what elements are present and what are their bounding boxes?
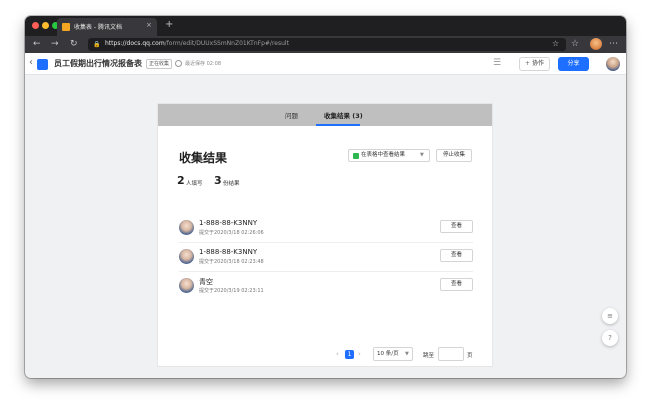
lock-icon: 🔒	[93, 41, 101, 48]
active-tab-indicator	[316, 124, 360, 126]
collaborate-label: 协作	[531, 60, 544, 67]
docs-favicon-icon	[62, 23, 70, 31]
results-panel: 问题 收集结果 (3) 收集结果 在表格中查看结果 ▼ 停止收集 2 人填写 3…	[157, 103, 493, 367]
share-button[interactable]: 分享	[558, 57, 589, 71]
result-count: 3	[214, 174, 222, 187]
avatar	[179, 249, 194, 264]
submit-time: 提交于2020/3/18 02:23:48	[199, 259, 264, 265]
list-view-icon[interactable]: ≡	[602, 308, 618, 324]
browser-profile-avatar[interactable]	[590, 38, 602, 50]
list-item: 1-888-88-K3NNY 提交于2020/3/18 02:26:06 查看	[179, 214, 473, 243]
app-header: ‹ 员工假期出行情况报备表 正在收集 最近保存 02:08 ☰ + 协作 分享	[25, 53, 626, 75]
respondent-name: 1-888-88-K3NNY	[199, 248, 258, 256]
new-tab-button[interactable]: +	[165, 19, 173, 31]
address-bar[interactable]: 🔒 https://docs.qq.com/form/edit/DUUxSSmN…	[88, 38, 566, 51]
respondent-name: 青空	[199, 278, 213, 286]
page-suffix-label: 页	[467, 353, 473, 359]
reload-icon[interactable]: ↻	[70, 38, 78, 50]
tencent-docs-logo-icon[interactable]	[37, 59, 48, 70]
document-title[interactable]: 员工假期出行情况报备表	[54, 58, 142, 69]
url-text[interactable]: https://docs.qq.com/form/edit/DUUxSSmNnZ…	[105, 40, 289, 47]
avatar	[179, 278, 194, 293]
help-icon[interactable]: ?	[602, 330, 618, 346]
avatar	[179, 220, 194, 235]
url-host: https://docs.qq.com	[105, 40, 165, 47]
tab-results[interactable]: 收集结果 (3)	[324, 110, 363, 120]
collaborate-button[interactable]: + 协作	[519, 57, 550, 71]
tab-questions[interactable]: 问题	[285, 110, 298, 120]
chevron-down-icon[interactable]: ▼	[420, 150, 424, 161]
add-user-icon: +	[525, 60, 531, 67]
browser-toolbar: ← → ↻ 🔒 https://docs.qq.com/form/edit/DU…	[25, 36, 626, 53]
current-page-button[interactable]: 1	[345, 350, 354, 359]
page-title: 收集结果	[179, 151, 228, 165]
tab-close-icon[interactable]: ×	[146, 21, 152, 29]
result-label: 份结果	[223, 181, 240, 187]
browser-window: 收集表 - 腾讯文档 × + ← → ↻ 🔒 https://docs.qq.c…	[25, 16, 626, 378]
next-page-icon[interactable]: ›	[358, 350, 361, 359]
people-label: 人填写	[186, 181, 203, 187]
clock-icon	[175, 60, 182, 67]
sheet-icon	[353, 153, 359, 159]
view-button[interactable]: 查看	[440, 220, 473, 233]
view-button[interactable]: 查看	[440, 278, 473, 291]
avatar[interactable]	[606, 57, 620, 71]
list-item: 1-888-88-K3NNY 提交于2020/3/18 02:23:48 查看	[179, 243, 473, 272]
url-path: /form/edit/DUUxSSmNnZ01KTnFp#/result	[164, 40, 289, 47]
submit-time: 提交于2020/3/18 02:26:06	[199, 230, 264, 236]
view-button[interactable]: 查看	[440, 249, 473, 262]
browser-tab-bar: 收集表 - 腾讯文档 × +	[25, 16, 626, 36]
back-arrow-icon[interactable]: ←	[33, 38, 41, 50]
save-status: 最近保存 02:08	[185, 61, 221, 67]
page-size-value: 10 条/页	[377, 351, 399, 357]
back-chevron-icon[interactable]: ‹	[29, 57, 33, 69]
bookmark-star-icon[interactable]: ☆	[552, 39, 559, 49]
list-item: 青空 提交于2020/3/19 02:23:11 查看	[179, 272, 473, 301]
submit-time: 提交于2020/3/19 02:23:11	[199, 288, 264, 294]
view-in-sheet-label: 在表格中查看结果	[361, 152, 406, 158]
page-size-select[interactable]: 10 条/页 ▼	[373, 347, 413, 361]
browser-tab[interactable]: 收集表 - 腾讯文档 ×	[57, 18, 157, 36]
chevron-down-icon: ▼	[405, 351, 409, 357]
view-in-sheet-button[interactable]: 在表格中查看结果 ▼	[348, 149, 430, 162]
form-tabs: 问题 收集结果 (3)	[158, 104, 492, 126]
jump-page-input[interactable]	[438, 347, 464, 361]
window-close-button[interactable]	[32, 22, 39, 29]
more-menu-icon[interactable]: ⋯	[609, 38, 618, 50]
forward-arrow-icon[interactable]: →	[51, 38, 59, 50]
prev-page-icon[interactable]: ‹	[336, 350, 339, 359]
respondent-name: 1-888-88-K3NNY	[199, 219, 258, 227]
jump-label: 跳至	[423, 353, 435, 359]
people-count: 2	[177, 174, 185, 187]
status-badge: 正在收集	[146, 59, 173, 69]
stop-collect-button[interactable]: 停止收集	[436, 149, 472, 162]
favorites-icon[interactable]: ☆	[571, 38, 579, 50]
browser-tab-title: 收集表 - 腾讯文档	[74, 24, 122, 31]
menu-icon[interactable]: ☰	[493, 58, 501, 69]
window-minimize-button[interactable]	[42, 22, 49, 29]
